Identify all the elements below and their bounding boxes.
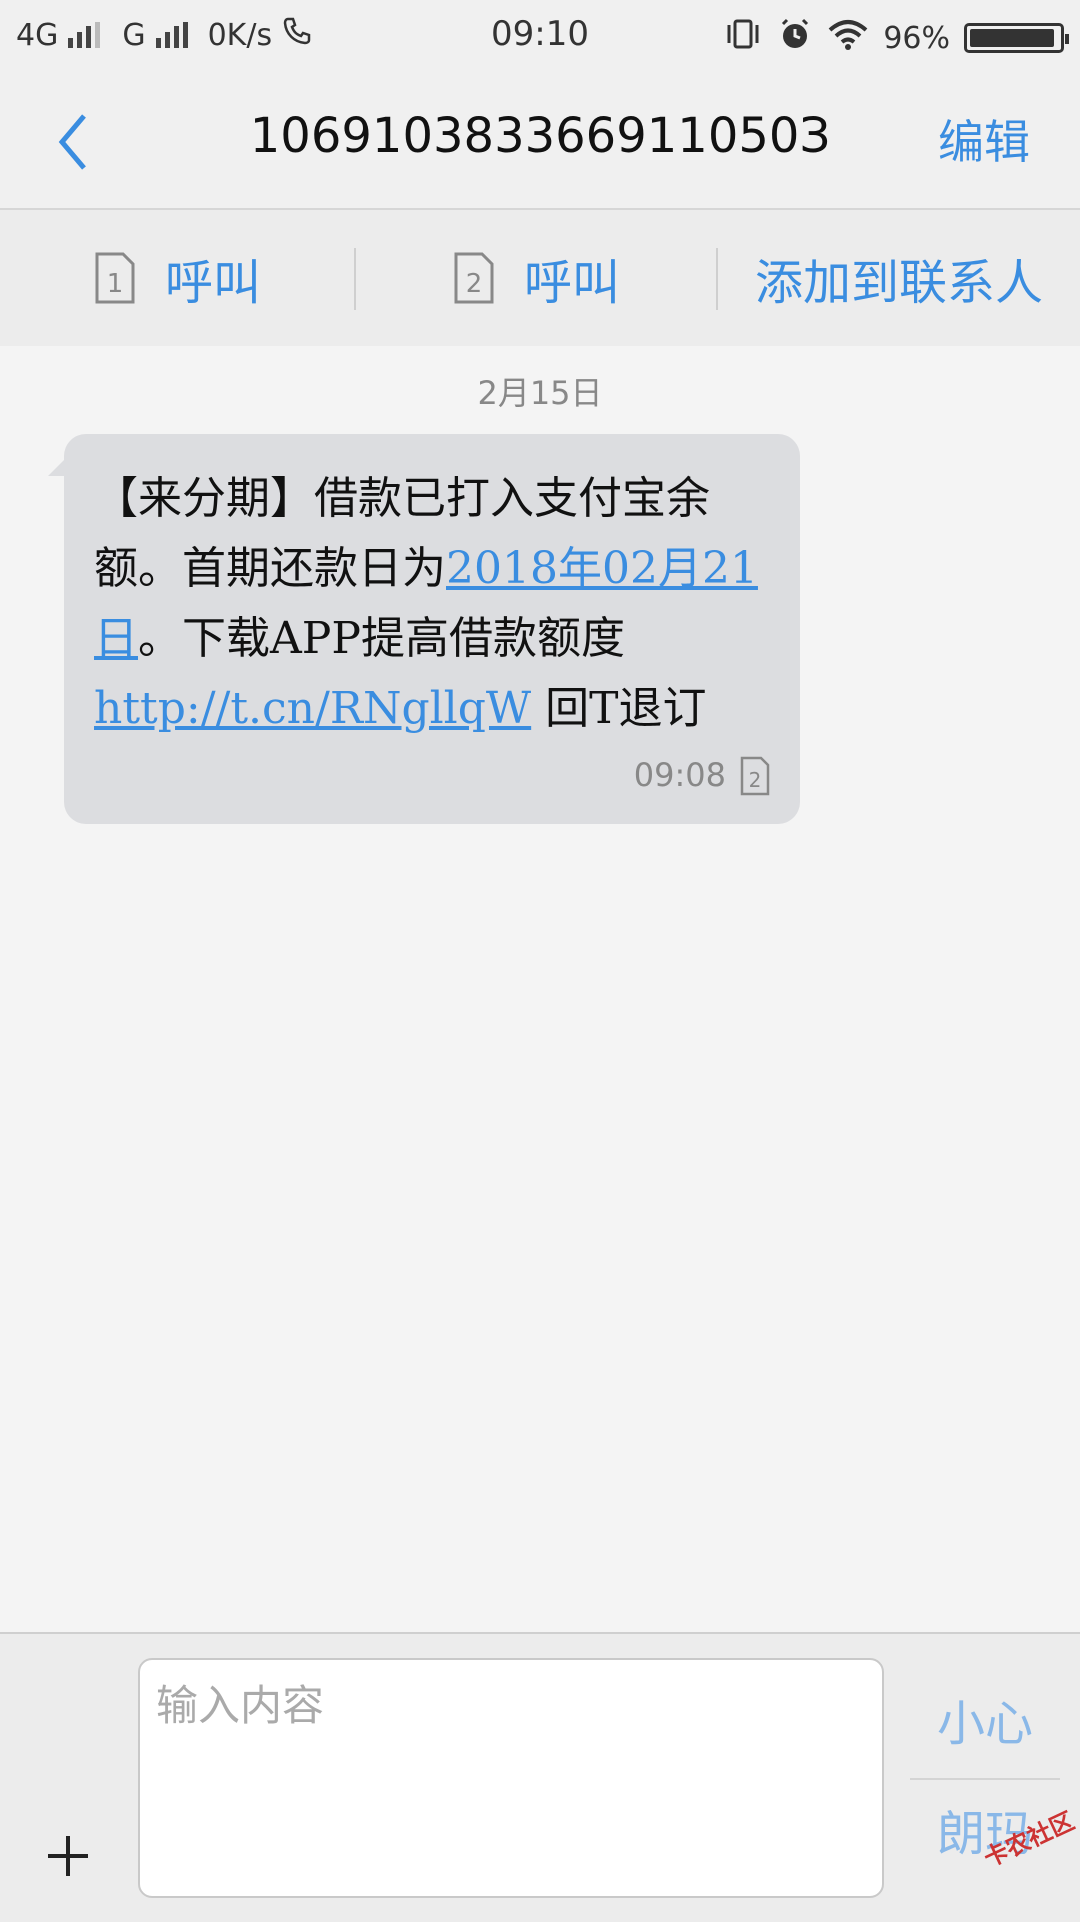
add-contact-button[interactable]: 添加到联系人 bbox=[718, 210, 1080, 346]
message-text: 【来分期】借款已打入支付宝余额。首期还款日为2018年02月21日。下载APP提… bbox=[94, 464, 784, 744]
svg-text:2: 2 bbox=[466, 269, 483, 299]
conversation-header: 106910383366911050З 编辑 bbox=[0, 72, 1080, 208]
sim-1-icon: 1 bbox=[95, 252, 135, 304]
call-sim2-button[interactable]: 2 呼叫 bbox=[356, 210, 718, 346]
message-text-part3: 回T退订 bbox=[531, 683, 707, 734]
edit-button[interactable]: 编辑 bbox=[938, 106, 1030, 172]
message-time: 09:08 bbox=[633, 756, 726, 794]
attach-button[interactable] bbox=[46, 1834, 90, 1878]
send-sim1-button[interactable]: 小心 bbox=[910, 1674, 1060, 1774]
sim-2-icon: 2 bbox=[740, 756, 770, 796]
send-divider bbox=[910, 1778, 1060, 1780]
sender-number: 106910383366911050З bbox=[249, 108, 831, 164]
status-bar: 4G G 0K/s 09:10 96% bbox=[0, 0, 1080, 72]
battery-icon bbox=[964, 23, 1069, 53]
composer-bar: 输入内容 小心 朗玛 bbox=[0, 1632, 1080, 1922]
sim-2-icon: 2 bbox=[454, 252, 494, 304]
input-placeholder: 输入内容 bbox=[156, 1681, 325, 1730]
message-bubble[interactable]: 【来分期】借款已打入支付宝余额。首期还款日为2018年02月21日。下载APP提… bbox=[48, 434, 800, 824]
date-separator: 2月15日 bbox=[477, 374, 603, 412]
vibrate-icon bbox=[723, 17, 763, 59]
url-link[interactable]: http://t.cn/RNgllqW bbox=[94, 683, 531, 734]
svg-text:1: 1 bbox=[107, 269, 124, 299]
message-text-part2: 。下载APP提高借款额度 bbox=[138, 613, 625, 664]
status-right: 96% bbox=[723, 16, 1069, 60]
wifi-icon bbox=[827, 18, 869, 58]
call-sim1-label: 呼叫 bbox=[164, 255, 261, 311]
call-sim2-label: 呼叫 bbox=[523, 255, 620, 311]
alarm-icon bbox=[777, 16, 813, 60]
svg-text:2: 2 bbox=[749, 768, 762, 792]
plus-icon bbox=[48, 1836, 88, 1876]
message-input[interactable]: 输入内容 bbox=[138, 1658, 884, 1898]
battery-fill bbox=[970, 29, 1055, 47]
action-bar: 1 呼叫 2 呼叫 添加到联系人 bbox=[0, 210, 1080, 346]
battery-percent: 96% bbox=[883, 20, 950, 56]
call-sim1-button[interactable]: 1 呼叫 bbox=[0, 210, 356, 346]
